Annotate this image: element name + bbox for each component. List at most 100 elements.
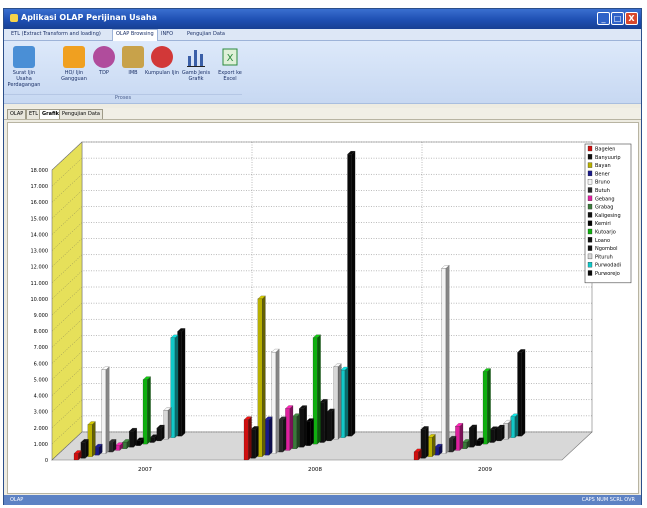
minimize-button[interactable]: _ — [597, 12, 610, 25]
legend-swatch — [587, 187, 593, 193]
window-title: Aplikasi OLAP Perijinan Usaha — [21, 13, 157, 22]
x-tick-label: 2009 — [478, 467, 492, 473]
bar-side — [310, 418, 314, 446]
legend-swatch — [587, 162, 593, 168]
export-excel-button[interactable]: X Export ke Excel — [212, 43, 248, 93]
legend-swatch — [587, 195, 593, 201]
legend-label: Purwodadi — [595, 263, 621, 269]
bar-side — [174, 334, 179, 439]
bar-side — [344, 366, 349, 439]
y-tick-label: 11.000 — [31, 281, 49, 287]
close-button[interactable]: X — [625, 12, 638, 25]
bar-side — [445, 265, 450, 454]
legend-swatch — [587, 228, 593, 235]
bar — [482, 371, 488, 445]
legend-swatch — [587, 145, 593, 152]
y-tick-label: 18.000 — [31, 168, 49, 174]
legend-swatch — [587, 212, 593, 218]
svg-text:X: X — [227, 53, 234, 64]
tdp-icon — [93, 46, 115, 68]
legend-label: Loano — [595, 238, 610, 244]
legend-label: Ngombol — [595, 246, 617, 252]
chart-type-button[interactable]: Gamb Jenis Grafik — [178, 43, 214, 93]
bar — [243, 419, 249, 461]
y-tick-label: 10.000 — [31, 297, 49, 303]
bar-side — [262, 295, 266, 458]
tab-info[interactable]: INFO — [158, 30, 176, 39]
legend-swatch — [587, 154, 593, 160]
ribbon-group-label: Proses — [4, 94, 242, 103]
kumpulan-ijin-button[interactable]: Kumpulan Ijin — [144, 43, 180, 93]
bar-side — [248, 416, 252, 461]
bar-side — [167, 407, 172, 440]
ribbon: Surat Ijin Usaha Perdagangan HO/ Ijin Ga… — [4, 41, 641, 104]
legend-label: Grabag — [595, 205, 613, 211]
legend-label: Bener — [595, 171, 611, 177]
tab-etl[interactable]: ETL (Extract Transform and loading) — [8, 30, 104, 39]
y-tick-label: 15.000 — [31, 216, 49, 222]
maximize-button[interactable]: □ — [611, 12, 624, 25]
bar — [441, 268, 447, 454]
bar-side — [473, 424, 477, 448]
bar-side — [425, 426, 429, 459]
y-tick-label: 7.000 — [34, 345, 48, 351]
legend-label: Purworejo — [595, 271, 620, 277]
siup-button[interactable]: Surat Ijin Usaha Perdagangan — [6, 43, 42, 93]
y-tick-label: 9.000 — [34, 313, 48, 319]
siup-icon — [13, 46, 35, 68]
export-excel-label: Export ke Excel — [218, 70, 242, 82]
y-tick-label: 12.000 — [31, 265, 49, 271]
bar — [142, 379, 148, 445]
view-tab-pengujian-data[interactable]: Pengujian Data — [59, 109, 103, 119]
legend-label: Bayan — [595, 163, 611, 169]
kumpulan-ijin-icon — [151, 46, 173, 68]
status-right: CAPS NUM SCRL OVR — [581, 497, 635, 503]
bar-side — [351, 150, 356, 437]
bar-side — [324, 398, 328, 443]
imb-icon — [122, 46, 144, 68]
legend-label: Bagelen — [595, 147, 615, 153]
bar-side — [268, 416, 273, 456]
tab-pengujian-data[interactable]: Pengujian Data — [184, 30, 228, 39]
bar-side — [275, 348, 280, 454]
y-tick-label: 8.000 — [34, 329, 48, 335]
ho-icon — [63, 46, 85, 68]
y-tick-label: 4.000 — [34, 394, 48, 400]
y-tick-label: 13.000 — [31, 249, 49, 255]
excel-icon: X — [219, 46, 241, 68]
bar-side — [303, 405, 307, 448]
kumpulan-ijin-label: Kumpulan Ijin — [144, 70, 180, 76]
legend-label: Gebang — [595, 196, 615, 202]
bar-side — [289, 405, 294, 451]
legend-swatch — [587, 170, 593, 177]
ribbon-tabs: ETL (Extract Transform and loading) OLAP… — [4, 29, 641, 41]
tab-olap-browsing[interactable]: OLAP Browsing — [112, 29, 158, 41]
bar-side — [331, 408, 335, 442]
bar-side — [521, 349, 526, 437]
y-tick-label: 0 — [45, 458, 48, 464]
legend-swatch — [587, 253, 593, 260]
view-tab-olap[interactable]: OLAP — [7, 109, 27, 119]
bar-side — [296, 413, 300, 450]
legend-swatch — [587, 270, 593, 276]
title-bar: Aplikasi OLAP Perijinan Usaha _ □ X — [4, 9, 641, 29]
chart-type-label: Gamb Jenis Grafik — [181, 70, 211, 82]
legend-swatch — [587, 262, 593, 268]
y-tick-label: 2.000 — [34, 426, 48, 432]
x-tick-label: 2008 — [308, 467, 322, 473]
legend-swatch — [587, 245, 593, 251]
legend-swatch — [587, 179, 593, 185]
bar — [73, 453, 79, 461]
bar-side — [337, 363, 342, 440]
bar-side — [317, 334, 321, 445]
view-tabs: OLAP ETL Grafik Pengujian Data — [4, 108, 641, 120]
legend-swatch — [587, 203, 593, 210]
bar — [413, 451, 419, 461]
app-icon — [10, 14, 18, 22]
bar-side — [91, 421, 96, 458]
y-tick-label: 17.000 — [31, 184, 49, 190]
bar-side — [85, 438, 89, 459]
legend-label: Banyuurip — [595, 155, 621, 161]
legend-label: Butuh — [595, 188, 610, 194]
status-left: OLAP — [10, 497, 24, 503]
